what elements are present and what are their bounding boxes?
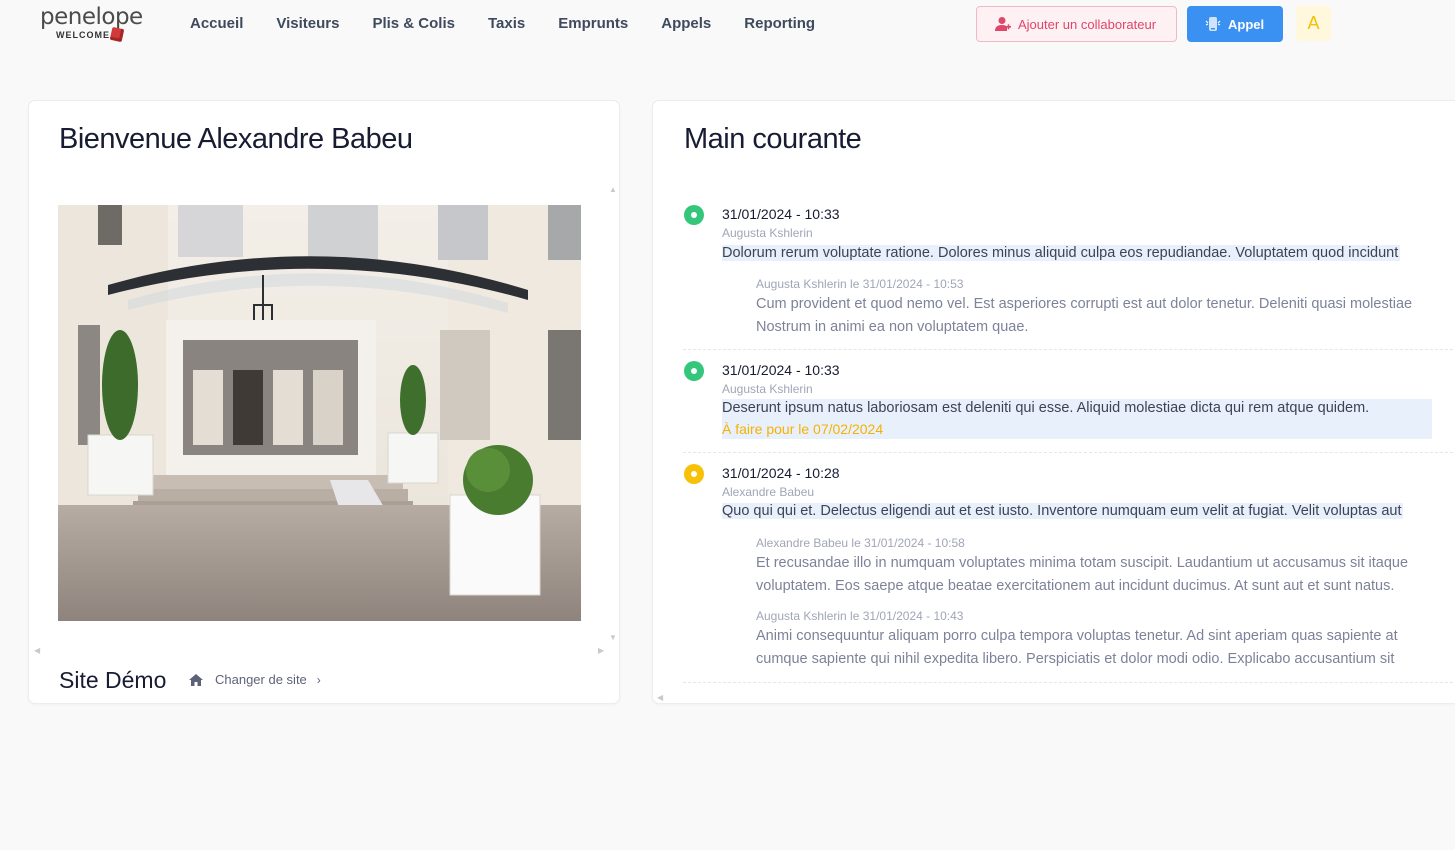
change-site-label: Changer de site [215,672,307,687]
entry-message: Quo qui qui et. Delectus eligendi aut et… [722,503,1404,519]
call-button[interactable]: Appel [1187,6,1283,42]
scroll-down-icon[interactable]: ▼ [609,633,617,642]
home-icon [189,673,203,686]
entry-author: Augusta Kshlerin [722,382,813,396]
entry-author: Alexandre Babeu [722,485,815,499]
welcome-card: Bienvenue Alexandre Babeu ▲ ▼ ◀ ▶ Site D… [28,100,620,704]
brand-name: penelope [40,4,143,30]
add-collaborator-button[interactable]: Ajouter un collaborateur [976,6,1177,42]
welcome-title: Bienvenue Alexandre Babeu [59,123,413,155]
nav-item-appels[interactable]: Appels [661,15,711,32]
scroll-up-icon[interactable]: ▲ [609,185,617,194]
nav-item-reporting[interactable]: Reporting [744,15,815,32]
call-label: Appel [1228,16,1265,32]
reply-text: Nostrum in animi ea non voluptatem quae. [756,319,1029,335]
entry-author: Augusta Kshlerin [722,226,813,240]
entry-due-date: À faire pour le 07/02/2024 [722,421,884,437]
scroll-left-icon[interactable]: ◀ [34,646,40,655]
cube-icon [109,26,125,43]
nav-item-accueil[interactable]: Accueil [190,15,243,32]
site-photo [58,205,581,621]
reply-text: Cum provident et quod nemo vel. Est aspe… [756,296,1413,312]
site-name: Site Démo [59,667,167,693]
user-avatar[interactable]: A [1296,6,1331,41]
main-nav: Accueil Visiteurs Plis & Colis Taxis Emp… [190,15,848,32]
brand-logo[interactable]: penelope WELCOME [40,4,143,44]
reply-meta: Augusta Kshlerin le 31/01/2024 - 10:53 [756,277,964,291]
reply-text: cumque sapiente qui nihil expedita liber… [756,651,1395,667]
add-collaborator-label: Ajouter un collaborateur [1018,16,1157,32]
reply-meta: Augusta Kshlerin le 31/01/2024 - 10:43 [756,609,964,623]
logbook-card: Main courante 31/01/2024 - 10:33 Augusta… [652,100,1455,704]
nav-item-visiteurs[interactable]: Visiteurs [276,15,339,32]
logbook-entry[interactable]: 31/01/2024 - 10:28 Alexandre Babeu Quo q… [683,453,1455,683]
add-user-icon [995,16,1011,32]
reply-text: Et recusandae illo in numquam voluptates… [756,555,1409,571]
nav-item-taxis[interactable]: Taxis [488,15,525,32]
entry-message: Dolorum rerum voluptate ratione. Dolores… [722,245,1401,261]
status-dot-icon [684,361,704,381]
reply-text: Animi consequuntur aliquam porro culpa t… [756,628,1398,644]
change-site-link[interactable]: Changer de site › [189,672,321,687]
nav-item-emprunts[interactable]: Emprunts [558,15,628,32]
top-bar: penelope WELCOME Accueil Visiteurs Plis … [0,0,1455,50]
logbook-timeline: 31/01/2024 - 10:33 Augusta Kshlerin Dolo… [683,201,1455,683]
entry-message: Deserunt ipsum natus laboriosam est dele… [722,400,1370,416]
scroll-left-icon[interactable]: ◀ [657,693,663,702]
entry-datetime: 31/01/2024 - 10:28 [722,465,840,481]
phone-icon [1205,16,1221,32]
logbook-title: Main courante [684,123,862,155]
entry-datetime: 31/01/2024 - 10:33 [722,362,840,378]
nav-item-plis-colis[interactable]: Plis & Colis [372,15,455,32]
status-dot-icon [684,205,704,225]
scroll-right-icon[interactable]: ▶ [598,646,604,655]
logbook-entry[interactable]: 31/01/2024 - 10:33 Augusta Kshlerin Dese… [683,350,1455,453]
chevron-right-icon: › [316,672,321,687]
status-dot-icon [684,464,704,484]
brand-tagline: WELCOME [56,30,110,40]
reply-text: voluptatem. Eos saepe atque beatae exerc… [756,578,1395,594]
entry-datetime: 31/01/2024 - 10:33 [722,206,840,222]
logbook-entry[interactable]: 31/01/2024 - 10:33 Augusta Kshlerin Dolo… [683,201,1455,350]
reply-meta: Alexandre Babeu le 31/01/2024 - 10:58 [756,536,965,550]
